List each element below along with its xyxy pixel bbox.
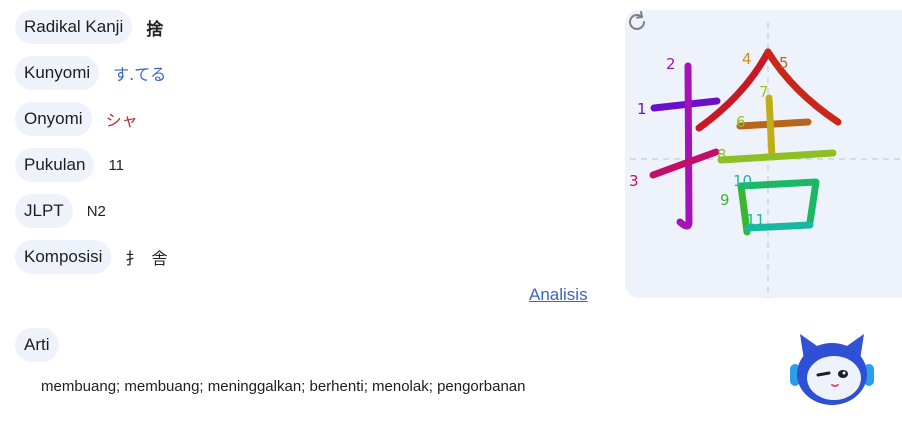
stroke-7 — [765, 94, 776, 161]
stroke-num-5: 5 — [779, 54, 789, 72]
component-2[interactable]: 舎 — [151, 245, 167, 269]
robot-cat-mascot-icon[interactable] — [786, 330, 878, 410]
label-jlpt: JLPT — [15, 194, 73, 228]
row-arti: Arti — [15, 328, 59, 362]
stroke-order-svg: 1 2 3 4 5 6 7 8 9 10 11 — [629, 22, 902, 298]
row-kunyomi: Kunyomi す.てる — [15, 56, 166, 90]
stroke-6 — [736, 118, 812, 130]
stroke-order-diagram: 1 2 3 4 5 6 7 8 9 10 11 — [625, 10, 902, 298]
stroke-num-4: 4 — [742, 50, 752, 68]
stroke-2 — [676, 62, 693, 230]
label-radikal: Radikal Kanji — [15, 10, 133, 44]
stroke-num-9: 9 — [720, 191, 730, 209]
stroke-num-1: 1 — [637, 100, 647, 118]
value-pukulan: 11 — [108, 156, 125, 174]
label-onyomi: Onyomi — [15, 102, 92, 136]
value-komposisi: 扌 舎 — [125, 245, 167, 269]
value-jlpt: N2 — [86, 202, 106, 220]
value-radikal: 捨 — [146, 19, 164, 40]
refresh-icon[interactable] — [625, 10, 649, 34]
label-pukulan: Pukulan — [15, 148, 95, 182]
label-komposisi: Komposisi — [15, 240, 112, 274]
label-kunyomi: Kunyomi — [15, 56, 100, 90]
stroke-4 — [695, 48, 772, 132]
label-arti: Arti — [15, 328, 59, 362]
row-radikal: Radikal Kanji 捨 — [15, 10, 163, 44]
stroke-num-10: 10 — [733, 172, 752, 190]
kanji-detail-panel: Radikal Kanji 捨 Kunyomi す.てる Onyomi シャ P… — [0, 0, 902, 429]
analisis-link[interactable]: Analisis — [529, 285, 588, 305]
row-komposisi: Komposisi 扌 舎 — [15, 240, 167, 274]
stroke-num-11: 11 — [746, 211, 765, 229]
row-jlpt: JLPT N2 — [15, 194, 106, 228]
value-kunyomi: す.てる — [113, 65, 167, 84]
stroke-num-7: 7 — [759, 83, 769, 101]
row-pukulan: Pukulan 11 — [15, 148, 124, 182]
meaning-text: membuang; membuang; meninggalkan; berhen… — [41, 378, 526, 395]
row-onyomi: Onyomi シャ — [15, 102, 138, 136]
stroke-num-6: 6 — [736, 113, 746, 131]
stroke-num-8: 8 — [717, 146, 727, 164]
component-1[interactable]: 扌 — [125, 245, 141, 269]
stroke-3 — [649, 148, 720, 179]
stroke-8 — [717, 149, 837, 164]
stroke-num-2: 2 — [666, 55, 676, 73]
stroke-num-3: 3 — [629, 172, 639, 190]
value-onyomi: シャ — [105, 111, 138, 130]
